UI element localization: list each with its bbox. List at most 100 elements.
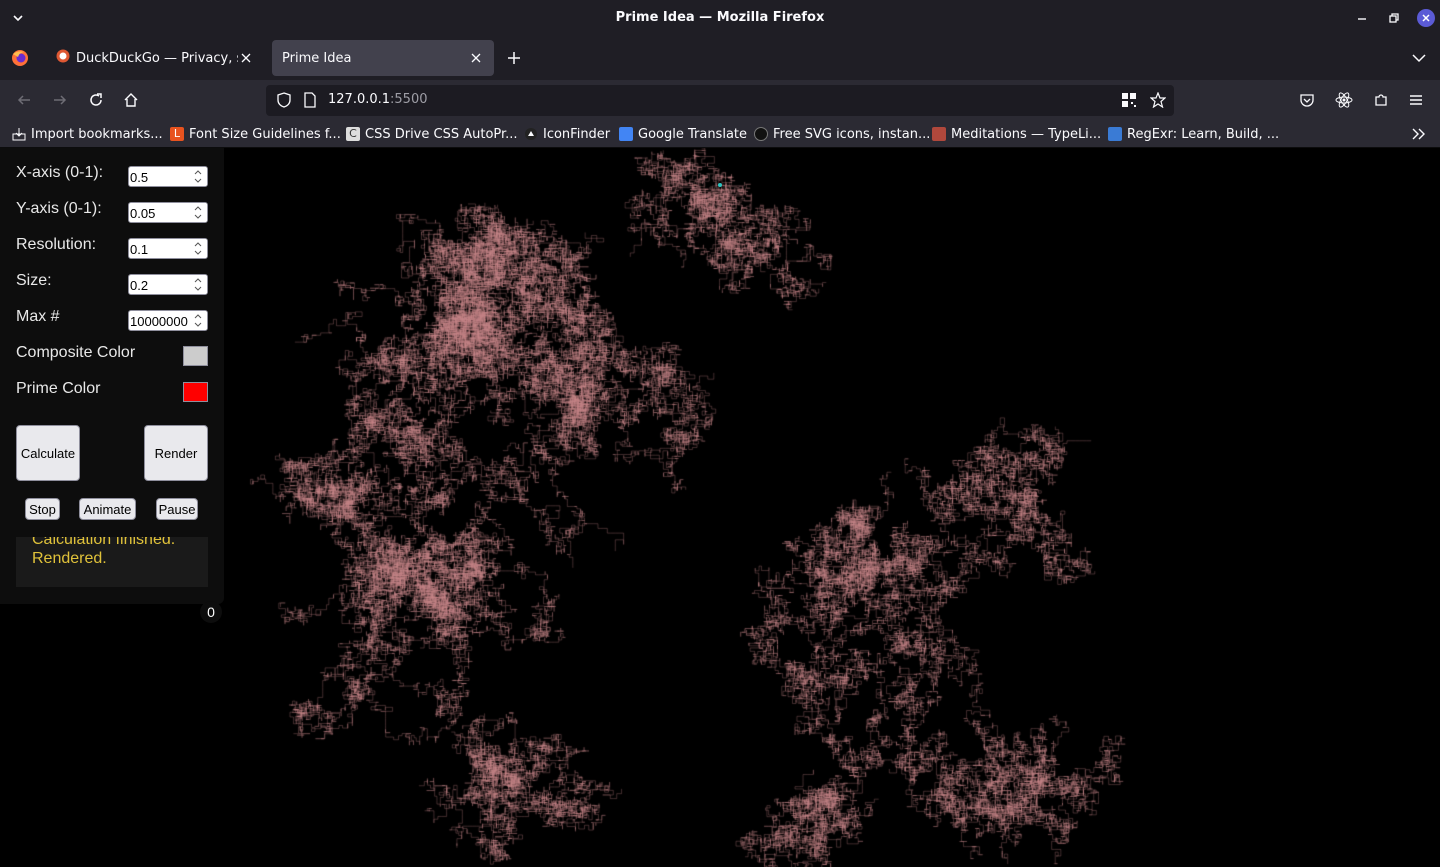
size-label: Size: bbox=[16, 272, 52, 289]
status-log: Calculation finished. Rendered. bbox=[16, 537, 208, 587]
animate-button[interactable]: Animate bbox=[79, 498, 136, 520]
google-translate-icon bbox=[619, 127, 633, 141]
max-row: Max # 10000000 bbox=[16, 308, 208, 331]
page-icon[interactable] bbox=[300, 90, 320, 110]
bookmark-label: Google Translate bbox=[638, 126, 748, 142]
home-icon[interactable] bbox=[121, 90, 141, 110]
close-tab-icon[interactable] bbox=[238, 50, 254, 66]
url-text[interactable]: 127.0.0.1:5500 bbox=[328, 92, 428, 107]
y-axis-input[interactable]: 0.05 bbox=[128, 202, 208, 223]
bookmark-label: Import bookmarks... bbox=[31, 126, 163, 142]
tab-prime-idea[interactable]: Prime Idea bbox=[272, 40, 494, 76]
extensions-puzzle-icon[interactable] bbox=[1371, 90, 1391, 110]
resolution-label: Resolution: bbox=[16, 236, 97, 253]
y-axis-value: 0.05 bbox=[130, 206, 156, 221]
site-favicon-l-icon: L bbox=[170, 127, 184, 141]
forward-arrow-icon[interactable] bbox=[50, 90, 70, 110]
url-bar[interactable]: 127.0.0.1:5500 bbox=[266, 85, 1174, 116]
new-tab-plus-icon[interactable] bbox=[504, 48, 524, 68]
close-window-icon[interactable] bbox=[1417, 9, 1435, 27]
render-button[interactable]: Render bbox=[144, 425, 208, 481]
hamburger-menu-icon[interactable] bbox=[1406, 90, 1426, 110]
bookmark-label: Meditations — TypeLi... bbox=[951, 126, 1102, 142]
composite-color-picker[interactable] bbox=[183, 346, 208, 366]
prime-color-picker[interactable] bbox=[183, 382, 208, 402]
url-host: 127.0.0.1 bbox=[328, 92, 391, 107]
url-port: :5500 bbox=[390, 92, 428, 107]
import-icon bbox=[12, 127, 26, 141]
size-value: 0.2 bbox=[130, 278, 149, 293]
spinner-arrows-icon[interactable] bbox=[189, 239, 207, 258]
reload-icon[interactable] bbox=[86, 90, 106, 110]
tab-label: DuckDuckGo — Privacy, sim bbox=[76, 50, 238, 66]
duckduckgo-favicon-icon bbox=[56, 49, 70, 67]
calculate-button[interactable]: Calculate bbox=[16, 425, 80, 481]
tab-duckduckgo[interactable]: DuckDuckGo — Privacy, sim bbox=[46, 40, 264, 76]
prime-color-row: Prime Color bbox=[16, 380, 208, 402]
control-panel: X-axis (0-1): 0.5 Y-axis (0-1): 0.05 Res… bbox=[0, 148, 224, 604]
minimize-icon[interactable] bbox=[1353, 9, 1371, 27]
bookmark-label: Free SVG icons, instan... bbox=[773, 126, 931, 142]
page-content: X-axis (0-1): 0.5 Y-axis (0-1): 0.05 Res… bbox=[0, 148, 1440, 867]
bookmark-label: Font Size Guidelines f... bbox=[189, 126, 341, 142]
site-favicon-c-icon: C bbox=[346, 127, 360, 141]
regexr-icon bbox=[1108, 127, 1122, 141]
status-line: Rendered. bbox=[32, 550, 107, 567]
x-axis-row: X-axis (0-1): 0.5 bbox=[16, 164, 208, 187]
bookmark-free-svg[interactable]: Free SVG icons, instan... bbox=[754, 125, 930, 143]
bookmark-css-drive[interactable]: C CSS Drive CSS AutoPr... bbox=[346, 125, 518, 143]
tab-label: Prime Idea bbox=[282, 50, 352, 66]
pause-button[interactable]: Pause bbox=[156, 498, 198, 520]
size-input[interactable]: 0.2 bbox=[128, 274, 208, 295]
back-arrow-icon[interactable] bbox=[14, 90, 34, 110]
title-bar: Prime Idea — Mozilla Firefox bbox=[0, 0, 1440, 36]
resolution-row: Resolution: 0.1 bbox=[16, 236, 208, 259]
svg-site-icon bbox=[754, 127, 768, 141]
y-axis-label: Y-axis (0-1): bbox=[16, 200, 102, 217]
x-axis-value: 0.5 bbox=[130, 170, 149, 185]
bookmarks-toolbar: Import bookmarks... L Font Size Guidelin… bbox=[0, 120, 1440, 148]
close-tab-icon[interactable] bbox=[468, 50, 484, 66]
spinner-arrows-icon[interactable] bbox=[189, 203, 207, 222]
bookmark-meditations[interactable]: Meditations — TypeLi... bbox=[932, 125, 1101, 143]
status-line: Calculation finished. bbox=[32, 537, 176, 548]
y-axis-row: Y-axis (0-1): 0.05 bbox=[16, 200, 208, 223]
bookmark-label: RegExr: Learn, Build, ... bbox=[1127, 126, 1280, 142]
tab-strip: DuckDuckGo — Privacy, sim Prime Idea bbox=[0, 36, 1440, 80]
bookmark-star-icon[interactable] bbox=[1148, 90, 1168, 110]
navigation-bar: 127.0.0.1:5500 bbox=[0, 80, 1440, 120]
browser-window: Prime Idea — Mozilla Firefox DuckDuckGo … bbox=[0, 0, 1440, 867]
max-input[interactable]: 10000000 bbox=[128, 310, 208, 331]
qr-code-icon[interactable] bbox=[1119, 90, 1139, 110]
bookmark-iconfinder[interactable]: IconFinder bbox=[524, 125, 610, 143]
bookmark-import[interactable]: Import bookmarks... bbox=[12, 125, 163, 143]
pocket-icon[interactable] bbox=[1297, 90, 1317, 110]
max-label: Max # bbox=[16, 308, 60, 325]
bookmark-google-translate[interactable]: Google Translate bbox=[619, 125, 747, 143]
resolution-value: 0.1 bbox=[130, 242, 149, 257]
bookmark-label: CSS Drive CSS AutoPr... bbox=[365, 126, 518, 142]
composite-color-label: Composite Color bbox=[16, 344, 136, 361]
more-bookmarks-chevron-icon[interactable] bbox=[1410, 126, 1428, 142]
prime-color-label: Prime Color bbox=[16, 380, 101, 397]
shield-icon[interactable] bbox=[274, 90, 294, 110]
spinner-arrows-icon[interactable] bbox=[189, 311, 207, 330]
stop-button[interactable]: Stop bbox=[25, 498, 60, 520]
walk-marker bbox=[718, 183, 722, 187]
size-row: Size: 0.2 bbox=[16, 272, 208, 295]
bookmark-regexr[interactable]: RegExr: Learn, Build, ... bbox=[1108, 125, 1279, 143]
book-icon bbox=[932, 127, 946, 141]
restore-icon[interactable] bbox=[1385, 9, 1403, 27]
window-title: Prime Idea — Mozilla Firefox bbox=[615, 10, 825, 25]
composite-color-row: Composite Color bbox=[16, 344, 208, 366]
max-value: 10000000 bbox=[130, 314, 188, 329]
x-axis-input[interactable]: 0.5 bbox=[128, 166, 208, 187]
firefox-logo-icon bbox=[10, 48, 30, 68]
resolution-input[interactable]: 0.1 bbox=[128, 238, 208, 259]
bookmark-label: IconFinder bbox=[543, 126, 611, 142]
react-devtools-icon[interactable] bbox=[1334, 90, 1354, 110]
spinner-arrows-icon[interactable] bbox=[189, 275, 207, 294]
bookmark-font-size[interactable]: L Font Size Guidelines f... bbox=[170, 125, 341, 143]
list-all-tabs-chevron-icon[interactable] bbox=[1410, 50, 1428, 66]
spinner-arrows-icon[interactable] bbox=[189, 167, 207, 186]
